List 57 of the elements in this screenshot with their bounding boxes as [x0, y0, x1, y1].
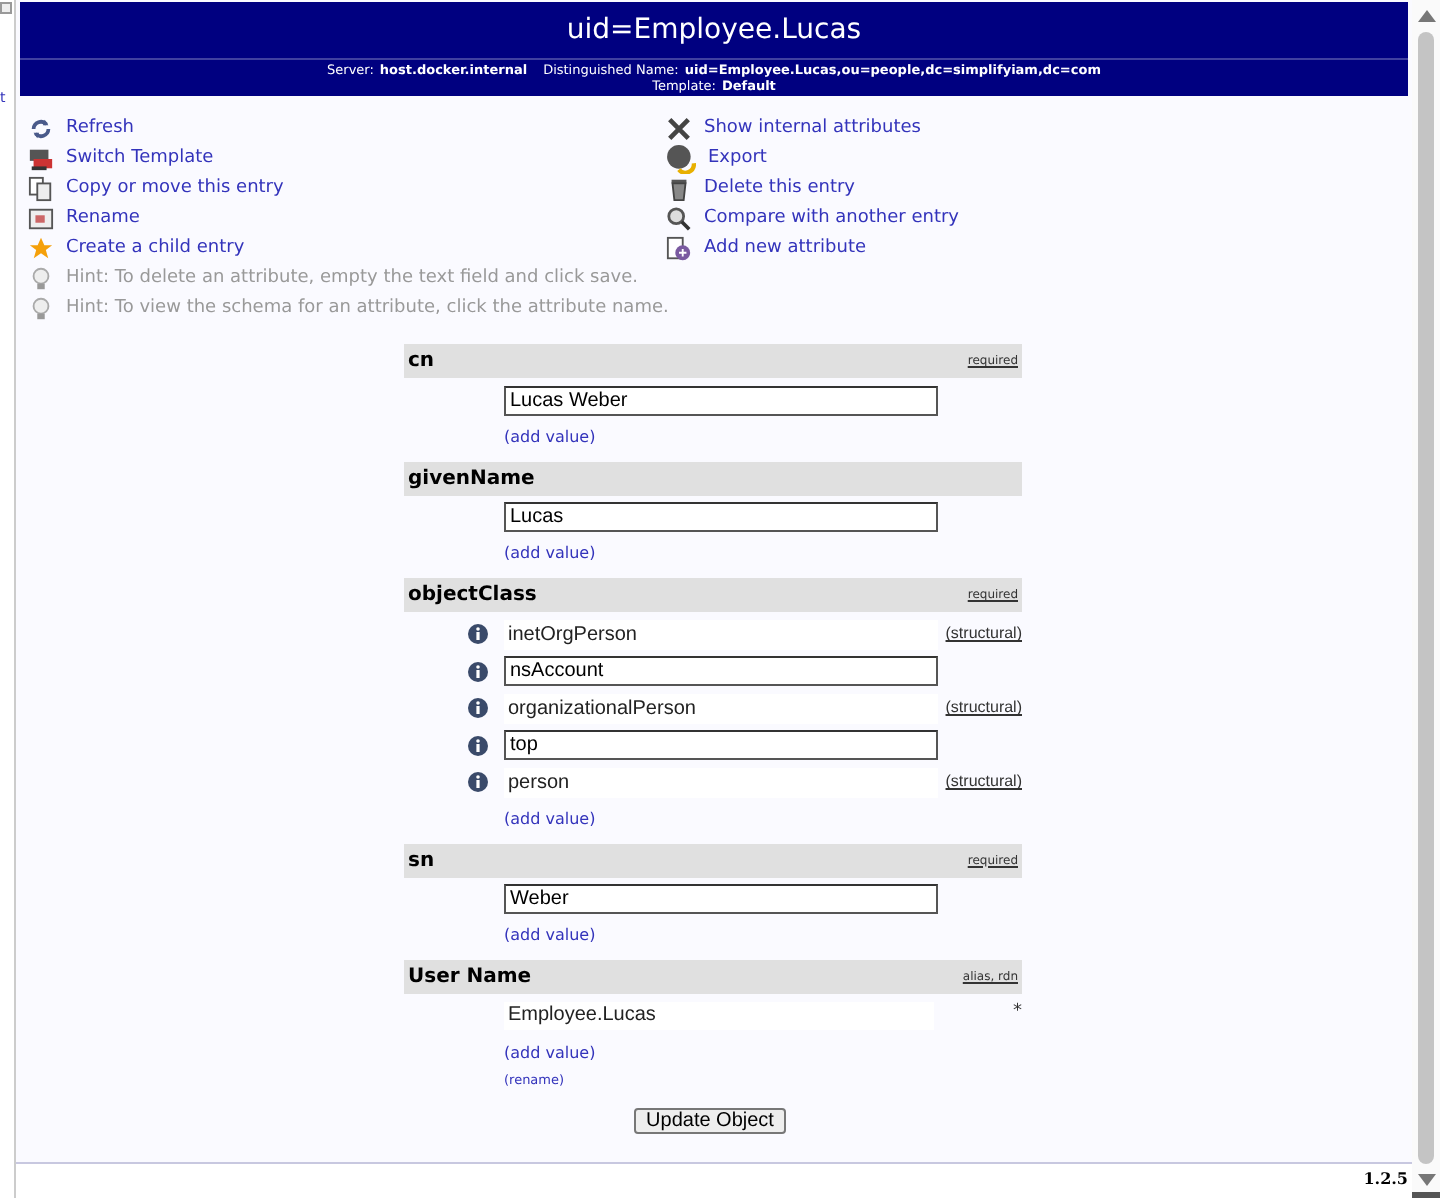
star-icon [28, 235, 54, 261]
magnifier-icon [666, 205, 692, 231]
attribute-name[interactable]: User Name [408, 962, 532, 992]
value-field[interactable]: top [504, 730, 938, 761]
structural-link[interactable]: (structural) [945, 770, 1022, 795]
action-link[interactable]: Refresh [66, 114, 134, 142]
scrollbar[interactable] [1412, 0, 1440, 1198]
attribute-name[interactable]: givenName [408, 463, 535, 493]
entry-title: uid=Employee.Lucas [564, 11, 864, 49]
refresh-icon [28, 115, 54, 141]
hint-text: Hint: To delete an attribute, empty the text field and click save. [66, 266, 638, 292]
action-link[interactable]: Compare with another entry [704, 204, 959, 232]
structural-link[interactable]: (structural) [945, 696, 1022, 721]
add-attribute-icon [666, 235, 692, 261]
action-link[interactable]: Switch Template [66, 144, 214, 172]
structural-link[interactable]: (structural) [945, 622, 1022, 647]
value-text: inetOrgPerson [504, 619, 938, 650]
info-icon[interactable] [468, 735, 488, 756]
action-link[interactable]: Export [708, 144, 767, 172]
value-field[interactable]: Lucas Weber [504, 385, 938, 416]
add-value-link[interactable]: (add value) [504, 926, 596, 944]
attribute-name[interactable]: sn [408, 845, 435, 875]
value-field[interactable]: Lucas [504, 502, 938, 533]
rdn-marker: * [1013, 999, 1022, 1025]
version-text: 1.2.5 [1363, 1165, 1408, 1189]
action-link[interactable]: Add new attribute [704, 234, 867, 262]
value-text: organizationalPerson [504, 693, 938, 724]
scroll-down-icon[interactable] [1417, 1174, 1435, 1186]
info-icon[interactable] [468, 624, 488, 645]
attribute-name[interactable]: objectClass [408, 580, 537, 610]
trash-icon [666, 175, 692, 201]
add-value-link[interactable]: (add value) [504, 809, 596, 827]
lightbulb-icon [28, 265, 54, 291]
value-text: Employee.Lucas [504, 1002, 934, 1031]
rename-icon [28, 205, 54, 231]
action-link[interactable]: Create a child entry [66, 234, 245, 262]
info-icon[interactable] [468, 698, 488, 719]
scrollbar-thumb[interactable] [1418, 32, 1434, 1164]
update-object-button[interactable]: Update Object [634, 1107, 786, 1133]
add-value-link[interactable]: (add value) [504, 1043, 596, 1061]
scroll-up-icon[interactable] [1417, 10, 1435, 22]
action-link[interactable]: Copy or move this entry [66, 174, 284, 202]
copy-icon [28, 175, 54, 201]
template-icon [28, 145, 54, 171]
action-link[interactable]: Show internal attributes [704, 114, 921, 142]
info-icon[interactable] [468, 661, 488, 682]
lightbulb-icon [28, 295, 54, 321]
action-link[interactable]: Delete this entry [704, 174, 856, 202]
action-link[interactable]: Rename [66, 204, 140, 232]
value-text: person [504, 767, 938, 798]
add-value-link[interactable]: (add value) [504, 544, 596, 562]
value-field[interactable]: Weber [504, 884, 938, 915]
attribute-name[interactable]: cn [408, 346, 435, 376]
hint-text: Hint: To view the schema for an attribute, click the attribute name. [66, 296, 669, 322]
add-value-link[interactable]: (add value) [504, 427, 596, 445]
value-field[interactable]: nsAccount [504, 656, 938, 687]
info-icon[interactable] [468, 772, 488, 793]
